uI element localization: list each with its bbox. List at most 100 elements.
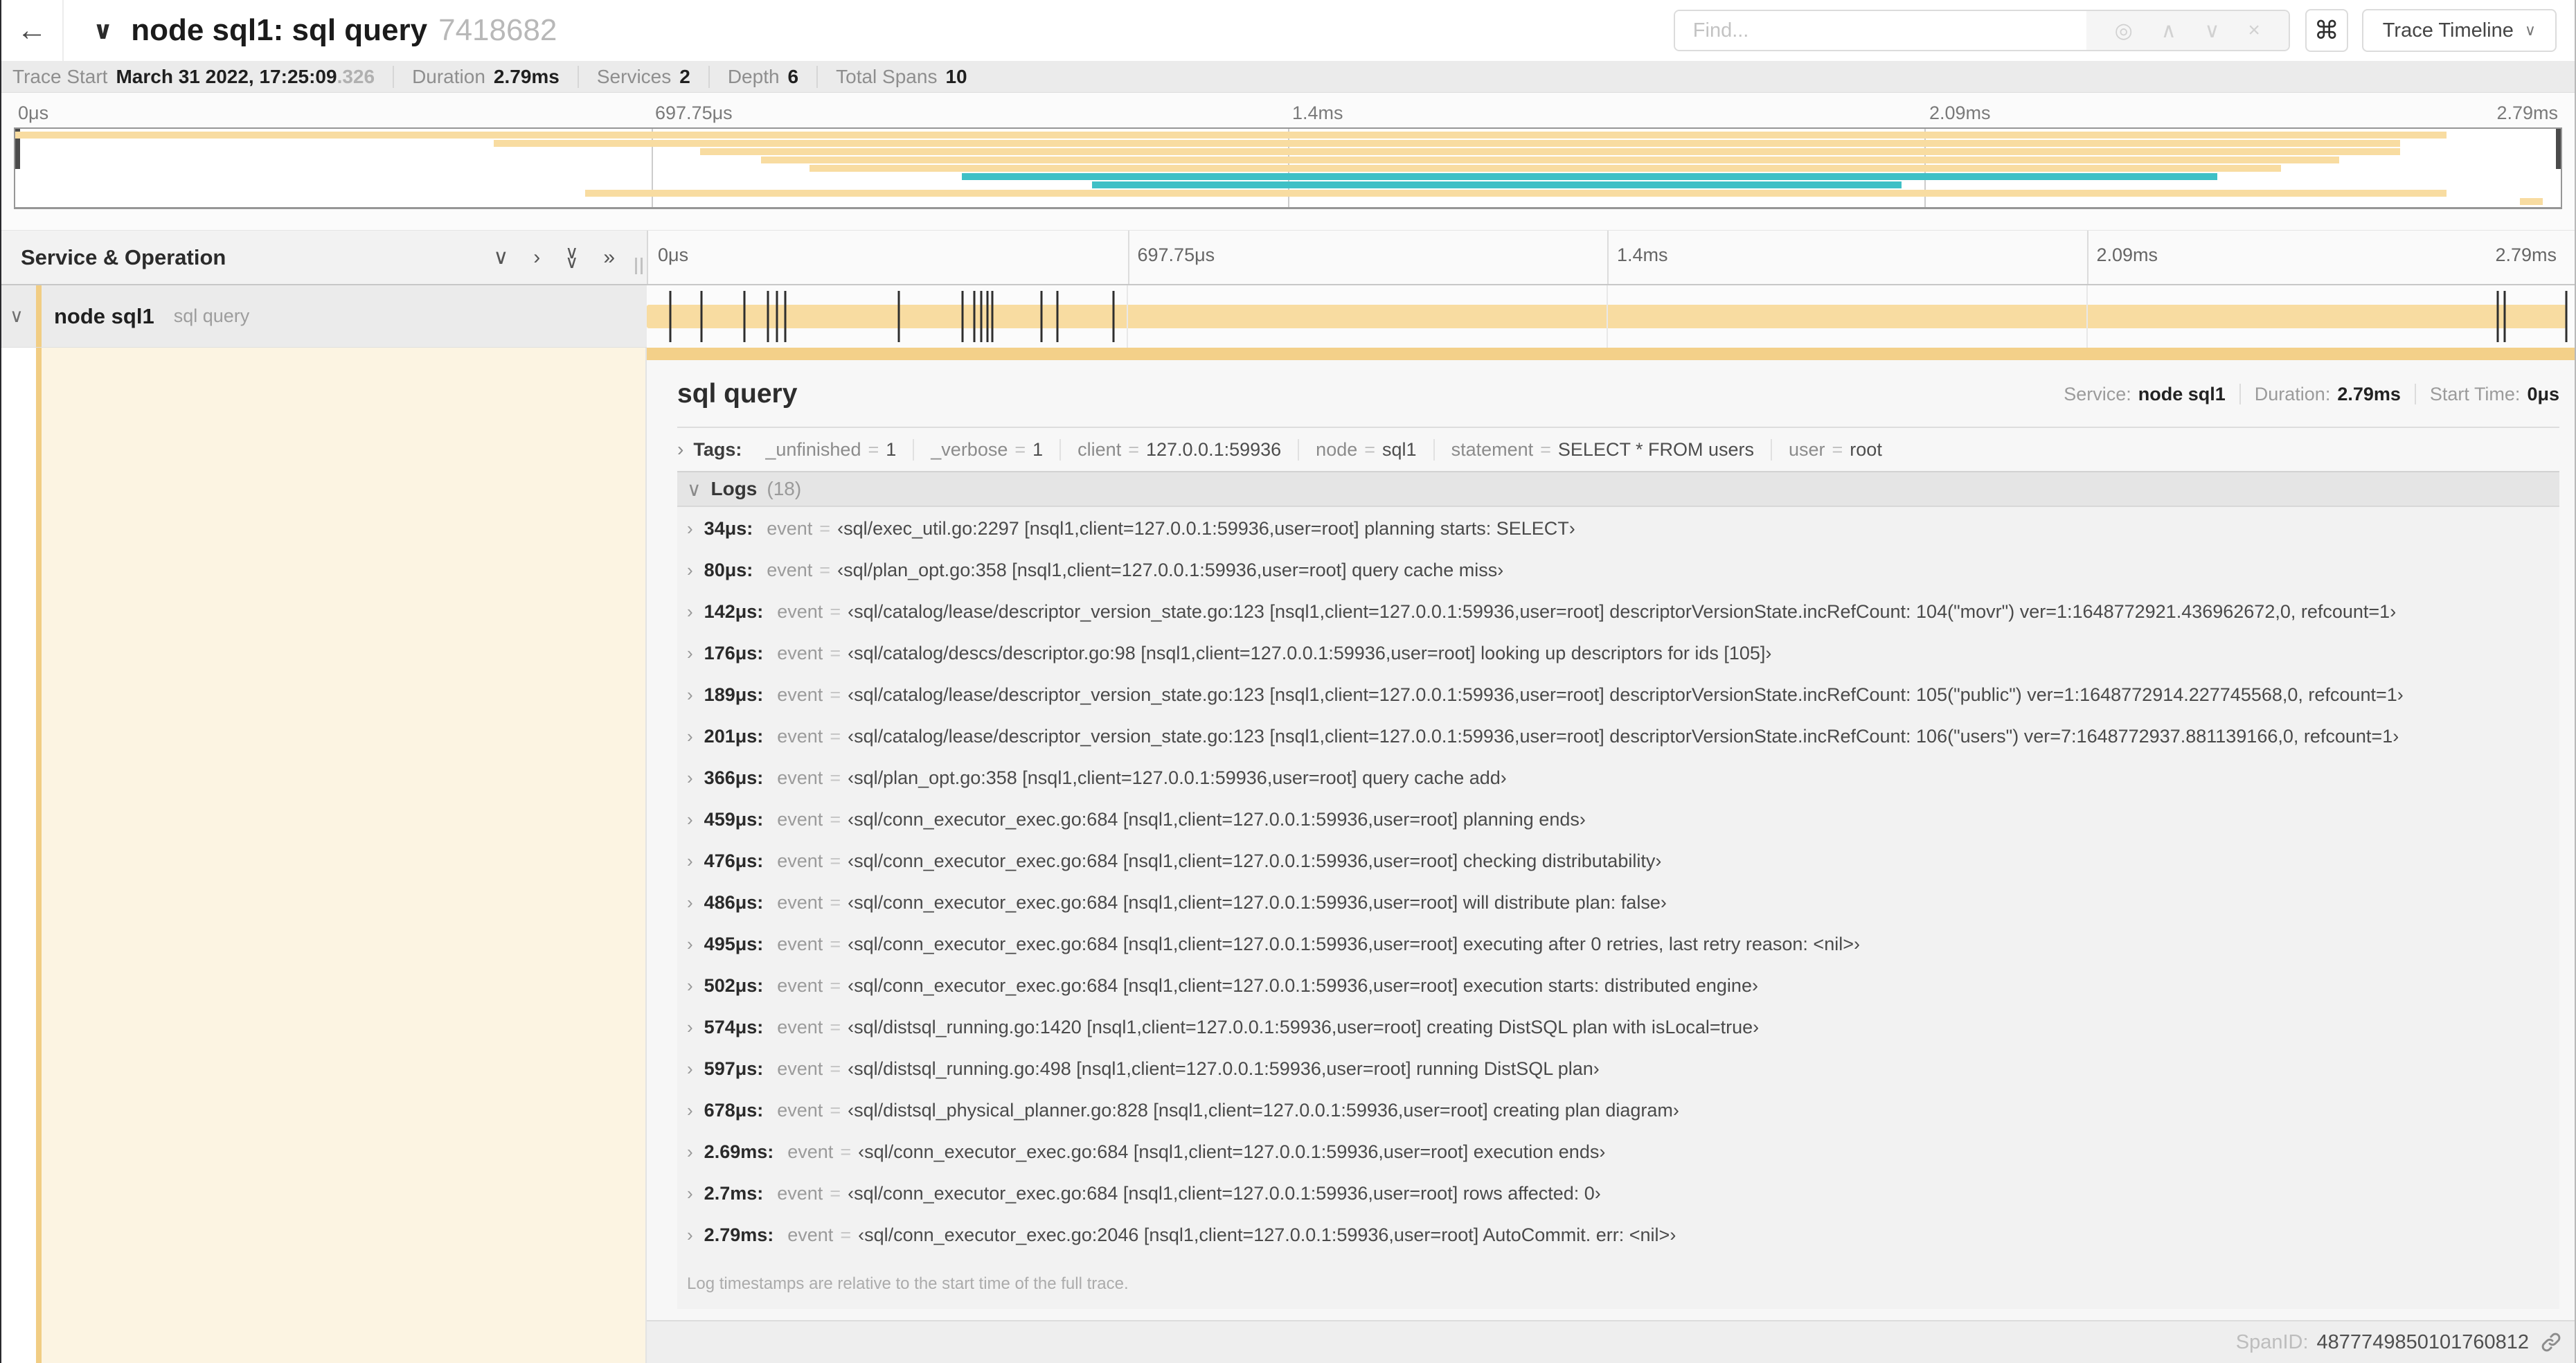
tag-item: client = 127.0.0.1:59936 bbox=[1061, 438, 1300, 461]
keyboard-shortcuts-button[interactable]: ⌘ bbox=[2305, 9, 2348, 52]
back-button[interactable]: ← bbox=[1, 0, 64, 61]
span-row-name-column[interactable]: ∨ node sql1 sql query bbox=[1, 285, 647, 348]
minimap-right-scrubber[interactable] bbox=[2556, 129, 2561, 169]
log-row[interactable]: › 574μs: event = ‹sql/distsql_running.go:142… bbox=[687, 1017, 2559, 1058]
chevron-right-icon[interactable]: › bbox=[687, 1183, 693, 1204]
trace-timeline-dropdown[interactable]: Trace Timeline ∨ bbox=[2361, 9, 2557, 52]
timeline-gridline bbox=[1607, 285, 1608, 348]
chevron-right-icon[interactable]: › bbox=[687, 643, 693, 664]
find-focus-icon[interactable]: ◎ bbox=[2115, 19, 2133, 43]
log-row[interactable]: › 476μs: event = ‹sql/conn_executor_exec.go:… bbox=[687, 850, 2559, 892]
chevron-right-icon[interactable]: › bbox=[687, 1017, 693, 1038]
span-bar-area bbox=[647, 285, 2568, 348]
expand-one-icon[interactable]: › bbox=[533, 247, 540, 268]
find-prev-icon[interactable]: ∧ bbox=[2161, 19, 2176, 43]
chevron-right-icon[interactable]: › bbox=[687, 975, 693, 997]
equals-sign: = bbox=[830, 934, 841, 954]
tag-key: _unfinished bbox=[765, 438, 861, 460]
chevron-right-icon[interactable]: › bbox=[687, 1100, 693, 1121]
meta-separator bbox=[2239, 384, 2241, 404]
log-row[interactable]: › 2.69ms: event = ‹sql/conn_executor_exec.go… bbox=[687, 1141, 2559, 1183]
log-row[interactable]: › 176μs: event = ‹sql/catalog/descs/descript… bbox=[687, 643, 2559, 684]
chevron-right-icon[interactable]: › bbox=[687, 934, 693, 955]
chevron-down-icon: ∨ bbox=[2524, 21, 2536, 39]
chevron-right-icon[interactable]: › bbox=[687, 726, 693, 747]
collapse-trace-header-icon[interactable]: ∨ bbox=[93, 16, 113, 45]
chevron-right-icon[interactable]: › bbox=[687, 560, 693, 581]
minimap-span-graph[interactable] bbox=[14, 127, 2562, 209]
collapse-one-icon[interactable]: ∨ bbox=[493, 247, 508, 268]
logs-title: Logs bbox=[710, 478, 758, 499]
log-field: event = ‹sql/conn_executor_exec.go:684 [ns… bbox=[777, 1183, 1601, 1204]
chevron-right-icon[interactable]: › bbox=[687, 892, 693, 914]
minimap-span-bar bbox=[809, 165, 2281, 172]
chevron-right-icon[interactable]: › bbox=[687, 1224, 693, 1246]
duration-label: Duration: bbox=[2254, 383, 2331, 404]
trace-title-group: ∨ node sql1: sql query 7418682 bbox=[93, 13, 557, 48]
log-row[interactable]: › 486μs: event = ‹sql/conn_executor_exec.go:… bbox=[687, 892, 2559, 934]
chevron-right-icon[interactable]: › bbox=[687, 1058, 693, 1080]
log-row[interactable]: › 201μs: event = ‹sql/catalog/lease/descript… bbox=[687, 726, 2559, 767]
log-row[interactable]: › 502μs: event = ‹sql/conn_executor_exec.go:… bbox=[687, 975, 2559, 1017]
log-row[interactable]: › 189μs: event = ‹sql/catalog/lease/descript… bbox=[687, 684, 2559, 726]
log-row[interactable]: › 2.7ms: event = ‹sql/conn_executor_exec.go:… bbox=[687, 1183, 2559, 1224]
find-next-icon[interactable]: ∨ bbox=[2205, 19, 2220, 43]
span-detail-panel: sql query Service: node sql1 Duration: 2… bbox=[647, 360, 2575, 1320]
trace-depth-value: 6 bbox=[787, 65, 799, 87]
log-row[interactable]: › 597μs: event = ‹sql/distsql_running.go:498… bbox=[687, 1058, 2559, 1100]
log-key: event bbox=[777, 809, 823, 830]
chevron-right-icon[interactable]: › bbox=[687, 809, 693, 830]
deep-link-button[interactable] bbox=[2540, 1331, 2562, 1353]
chevron-right-icon[interactable]: › bbox=[687, 601, 693, 623]
log-marker-tick bbox=[743, 291, 746, 342]
log-row[interactable]: › 459μs: event = ‹sql/conn_executor_exec.go:… bbox=[687, 809, 2559, 850]
minimap-tick-labels: 0μs 697.75μs 1.4ms 2.09ms 2.79ms bbox=[14, 98, 2562, 127]
minimap-span-bar bbox=[15, 132, 2447, 139]
chevron-right-icon[interactable]: › bbox=[687, 767, 693, 789]
timeline-tick-label: 697.75μs bbox=[655, 103, 733, 123]
log-key: event bbox=[777, 643, 823, 663]
log-marker-tick bbox=[1112, 291, 1115, 342]
chevron-right-icon[interactable]: › bbox=[687, 1141, 693, 1163]
trace-timeline-label: Trace Timeline bbox=[2382, 19, 2514, 42]
log-value: ‹sql/plan_opt.go:358 [nsql1,client=127.0… bbox=[848, 767, 1507, 788]
log-value: ‹sql/conn_executor_exec.go:684 [nsql1,cl… bbox=[848, 1183, 1601, 1204]
log-row[interactable]: › 495μs: event = ‹sql/conn_executor_exec.go:… bbox=[687, 934, 2559, 975]
log-value: ‹sql/catalog/lease/descriptor_version_st… bbox=[848, 684, 2404, 705]
equals-sign: = bbox=[830, 643, 841, 663]
log-row[interactable]: › 80μs: event = ‹sql/plan_opt.go:358 [nsql1,… bbox=[687, 560, 2559, 601]
tag-list: _unfinished = 1 _verbose = 1 client = 127.0.0.1:… bbox=[749, 438, 1898, 461]
chevron-right-icon[interactable]: › bbox=[687, 684, 693, 706]
log-value: ‹sql/distsql_running.go:1420 [nsql1,clie… bbox=[848, 1017, 1760, 1037]
caret-down-icon: ∨ bbox=[565, 251, 579, 272]
trace-duration-value: 2.79ms bbox=[493, 65, 560, 87]
log-row[interactable]: › 678μs: event = ‹sql/distsql_physical_plann… bbox=[687, 1100, 2559, 1141]
expand-all-icon[interactable]: » bbox=[603, 247, 615, 268]
log-row[interactable]: › 34μs: event = ‹sql/exec_util.go:2297 [nsql… bbox=[687, 518, 2559, 560]
timeline-gridline bbox=[1127, 231, 1129, 284]
jaeger-trace-page: ← ∨ node sql1: sql query7418682 ◎ ∧ ∨ × … bbox=[0, 0, 2576, 1363]
tag-key: client bbox=[1077, 438, 1122, 460]
log-marker-tick bbox=[986, 291, 989, 342]
timeline-gridline bbox=[1607, 231, 1609, 284]
log-timestamp: 201μs: bbox=[704, 726, 764, 747]
logs-header[interactable]: ∨ Logs (18) bbox=[677, 471, 2559, 507]
collapse-all-icon[interactable]: ∨ ∨ bbox=[565, 243, 579, 272]
column-resizer-handle[interactable] bbox=[635, 258, 643, 274]
log-row[interactable]: › 2.79ms: event = ‹sql/conn_executor_exec.go… bbox=[687, 1224, 2559, 1266]
log-row[interactable]: › 366μs: event = ‹sql/plan_opt.go:358 [nsql1… bbox=[687, 767, 2559, 809]
find-input[interactable] bbox=[1674, 11, 2086, 50]
log-row[interactable]: › 142μs: event = ‹sql/catalog/lease/descript… bbox=[687, 601, 2559, 643]
log-value: ‹sql/catalog/descs/descriptor.go:98 [nsq… bbox=[848, 643, 1772, 663]
log-marker-tick bbox=[991, 291, 994, 342]
find-bar: ◎ ∧ ∨ × bbox=[1673, 10, 2290, 51]
chevron-right-icon[interactable]: › bbox=[687, 850, 693, 872]
chevron-right-icon[interactable]: › bbox=[687, 518, 693, 540]
command-icon: ⌘ bbox=[2314, 16, 2339, 44]
span-collapse-icon[interactable]: ∨ bbox=[10, 305, 24, 327]
find-controls: ◎ ∧ ∨ × bbox=[2086, 11, 2289, 50]
log-field: event = ‹sql/conn_executor_exec.go:2046 [n… bbox=[787, 1224, 1676, 1246]
equals-sign: = bbox=[830, 1058, 841, 1079]
tags-toggle[interactable]: › Tags: bbox=[677, 438, 742, 461]
find-clear-icon[interactable]: × bbox=[2248, 19, 2260, 42]
